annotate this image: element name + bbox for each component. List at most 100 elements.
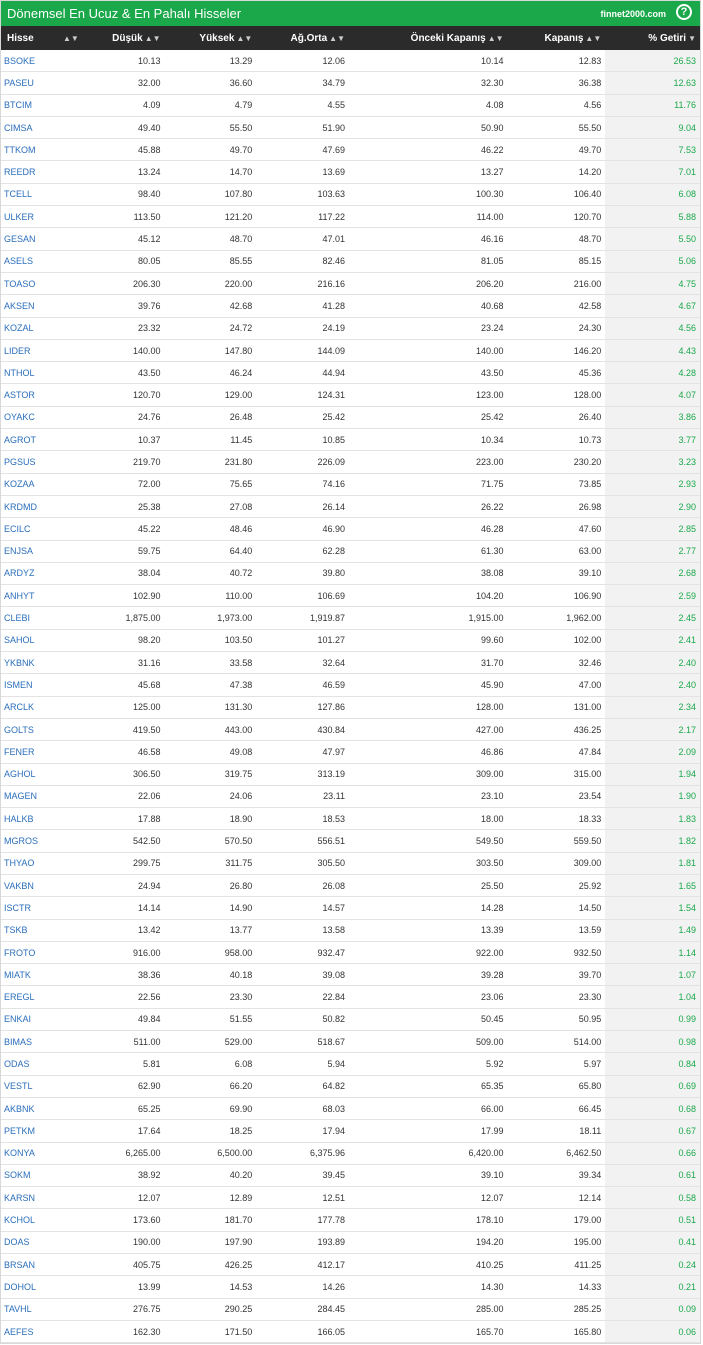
cell-hisse[interactable]: CIMSA bbox=[1, 117, 83, 138]
cell-kapanis: 514.00 bbox=[573, 1036, 602, 1047]
cell-hisse[interactable]: AGHOL bbox=[1, 764, 83, 785]
cell-hisse[interactable]: ENKAI bbox=[1, 1009, 83, 1030]
cell-hisse[interactable]: EREGL bbox=[1, 986, 83, 1007]
cell-hisse[interactable]: TTKOM bbox=[1, 139, 83, 160]
cell-hisse[interactable]: MAGEN bbox=[1, 786, 83, 807]
column-header-hisse[interactable]: Hisse ▲▼ bbox=[1, 33, 83, 44]
column-header-onceki-kapanis[interactable]: Önceki Kapanış ▲▼ bbox=[349, 33, 508, 44]
cell-hisse[interactable]: GOLTS bbox=[1, 719, 83, 740]
cell-onceki-kapanis: 50.90 bbox=[481, 122, 504, 133]
cell-hisse[interactable]: ODAS bbox=[1, 1053, 83, 1074]
cell-hisse[interactable]: ISMEN bbox=[1, 674, 83, 695]
cell-hisse[interactable]: KARSN bbox=[1, 1187, 83, 1208]
cell-hisse[interactable]: AEFES bbox=[1, 1321, 83, 1342]
cell-hisse[interactable]: ECILC bbox=[1, 518, 83, 539]
cell-kapanis: 23.54 bbox=[578, 791, 602, 802]
table-row: AKBNK 65.25 69.90 68.03 66.00 66.45 0.68 bbox=[1, 1097, 700, 1121]
cell-ag-orta: 24.19 bbox=[322, 323, 345, 334]
cell-hisse[interactable]: CLEBI bbox=[1, 607, 83, 628]
cell-ag-orta: 41.28 bbox=[322, 300, 345, 311]
cell-hisse[interactable]: VESTL bbox=[1, 1076, 83, 1097]
cell-hisse[interactable]: DOAS bbox=[1, 1232, 83, 1253]
table-row: TCELL 98.40 107.80 103.63 100.30 106.40 6.08 bbox=[1, 183, 700, 207]
cell-hisse[interactable]: LIDER bbox=[1, 340, 83, 361]
cell-hisse[interactable]: PASEU bbox=[1, 72, 83, 93]
cell-hisse[interactable]: BRSAN bbox=[1, 1254, 83, 1275]
cell-hisse[interactable]: SOKM bbox=[1, 1165, 83, 1186]
cell-hisse[interactable]: AKSEN bbox=[1, 295, 83, 316]
cell-hisse[interactable]: ASELS bbox=[1, 251, 83, 272]
cell-yuksek: 46.24 bbox=[229, 367, 253, 378]
cell-hisse[interactable]: OYAKC bbox=[1, 407, 83, 428]
cell-yuksek: 121.20 bbox=[224, 211, 253, 222]
cell-onceki-kapanis: 39.10 bbox=[481, 1170, 504, 1181]
cell-getiri: 7.53 bbox=[605, 139, 700, 161]
column-header-yuksek[interactable]: Yüksek ▲▼ bbox=[165, 33, 257, 44]
sort-icon: ▲▼ bbox=[236, 33, 253, 43]
cell-hisse[interactable]: KOZAL bbox=[1, 318, 83, 339]
cell-getiri: 2.40 bbox=[605, 652, 700, 674]
cell-kapanis: 5.97 bbox=[583, 1059, 602, 1069]
brand-label[interactable]: finnet2000.com bbox=[600, 9, 666, 19]
cell-hisse[interactable]: KRDMD bbox=[1, 496, 83, 517]
table-row: GOLTS 419.50 443.00 430.84 427.00 436.25 2.17 bbox=[1, 718, 700, 742]
cell-hisse[interactable]: TCELL bbox=[1, 184, 83, 205]
cell-yuksek: 529.00 bbox=[224, 1036, 253, 1047]
cell-hisse[interactable]: PGSUS bbox=[1, 451, 83, 472]
cell-hisse[interactable]: YKBNK bbox=[1, 652, 83, 673]
cell-hisse[interactable]: BIMAS bbox=[1, 1031, 83, 1052]
table-row: KOZAL 23.32 24.72 24.19 23.24 24.30 4.56 bbox=[1, 317, 700, 340]
cell-getiri: 0.66 bbox=[605, 1142, 700, 1164]
cell-hisse[interactable]: TSKB bbox=[1, 920, 83, 941]
cell-getiri: 4.75 bbox=[605, 272, 700, 295]
cell-hisse[interactable]: ASTOR bbox=[1, 384, 83, 405]
cell-yuksek: 14.53 bbox=[229, 1281, 253, 1292]
cell-getiri: 0.58 bbox=[605, 1187, 700, 1209]
cell-ag-orta: 101.27 bbox=[317, 635, 345, 646]
cell-dusuk: 46.58 bbox=[138, 746, 161, 757]
cell-hisse[interactable]: ENJSA bbox=[1, 541, 83, 562]
table-row: FENER 46.58 49.08 47.97 46.86 47.84 2.09 bbox=[1, 741, 700, 764]
cell-hisse[interactable]: TAVHL bbox=[1, 1299, 83, 1320]
cell-hisse[interactable]: ISCTR bbox=[1, 897, 83, 918]
cell-kapanis: 309.00 bbox=[573, 858, 602, 869]
cell-hisse[interactable]: KOZAA bbox=[1, 474, 83, 495]
cell-yuksek: 69.90 bbox=[229, 1103, 253, 1114]
cell-hisse[interactable]: KCHOL bbox=[1, 1209, 83, 1230]
cell-hisse[interactable]: ARCLK bbox=[1, 697, 83, 718]
cell-hisse[interactable]: PETKM bbox=[1, 1120, 83, 1141]
cell-hisse[interactable]: BTCIM bbox=[1, 95, 83, 116]
cell-hisse[interactable]: DOHOL bbox=[1, 1276, 83, 1297]
cell-hisse[interactable]: ARDYZ bbox=[1, 563, 83, 584]
help-icon[interactable]: ? bbox=[676, 4, 692, 20]
cell-hisse[interactable]: HALKB bbox=[1, 808, 83, 829]
cell-hisse[interactable]: ULKER bbox=[1, 206, 83, 227]
cell-hisse[interactable]: TOASO bbox=[1, 273, 83, 294]
cell-ag-orta: 44.94 bbox=[322, 367, 345, 378]
cell-hisse[interactable]: AKBNK bbox=[1, 1098, 83, 1119]
cell-yuksek: 26.48 bbox=[229, 412, 253, 423]
cell-yuksek: 36.60 bbox=[229, 77, 253, 88]
cell-kapanis: 14.50 bbox=[578, 902, 602, 913]
cell-dusuk: 39.76 bbox=[138, 300, 161, 311]
cell-hisse[interactable]: VAKBN bbox=[1, 875, 83, 896]
cell-hisse[interactable]: KONYA bbox=[1, 1143, 83, 1164]
column-label: Hisse bbox=[7, 32, 34, 44]
column-header-getiri[interactable]: % Getiri ▼ bbox=[605, 33, 700, 44]
cell-hisse[interactable]: BSOKE bbox=[1, 50, 83, 71]
cell-hisse[interactable]: GESAN bbox=[1, 228, 83, 249]
cell-hisse[interactable]: REEDR bbox=[1, 161, 83, 182]
cell-hisse[interactable]: THYAO bbox=[1, 853, 83, 874]
column-header-kapanis[interactable]: Kapanış ▲▼ bbox=[508, 33, 606, 44]
cell-hisse[interactable]: AGROT bbox=[1, 429, 83, 450]
cell-hisse[interactable]: FENER bbox=[1, 741, 83, 762]
cell-hisse[interactable]: SAHOL bbox=[1, 630, 83, 651]
cell-hisse[interactable]: FROTO bbox=[1, 942, 83, 963]
cell-hisse[interactable]: MIATK bbox=[1, 964, 83, 985]
cell-kapanis: 63.00 bbox=[578, 546, 602, 557]
cell-hisse[interactable]: MGROS bbox=[1, 830, 83, 851]
column-header-ag-orta[interactable]: Ağ.Orta ▲▼ bbox=[256, 33, 349, 44]
cell-hisse[interactable]: NTHOL bbox=[1, 362, 83, 383]
cell-hisse[interactable]: ANHYT bbox=[1, 585, 83, 606]
column-header-dusuk[interactable]: Düşük ▲▼ bbox=[83, 33, 165, 44]
